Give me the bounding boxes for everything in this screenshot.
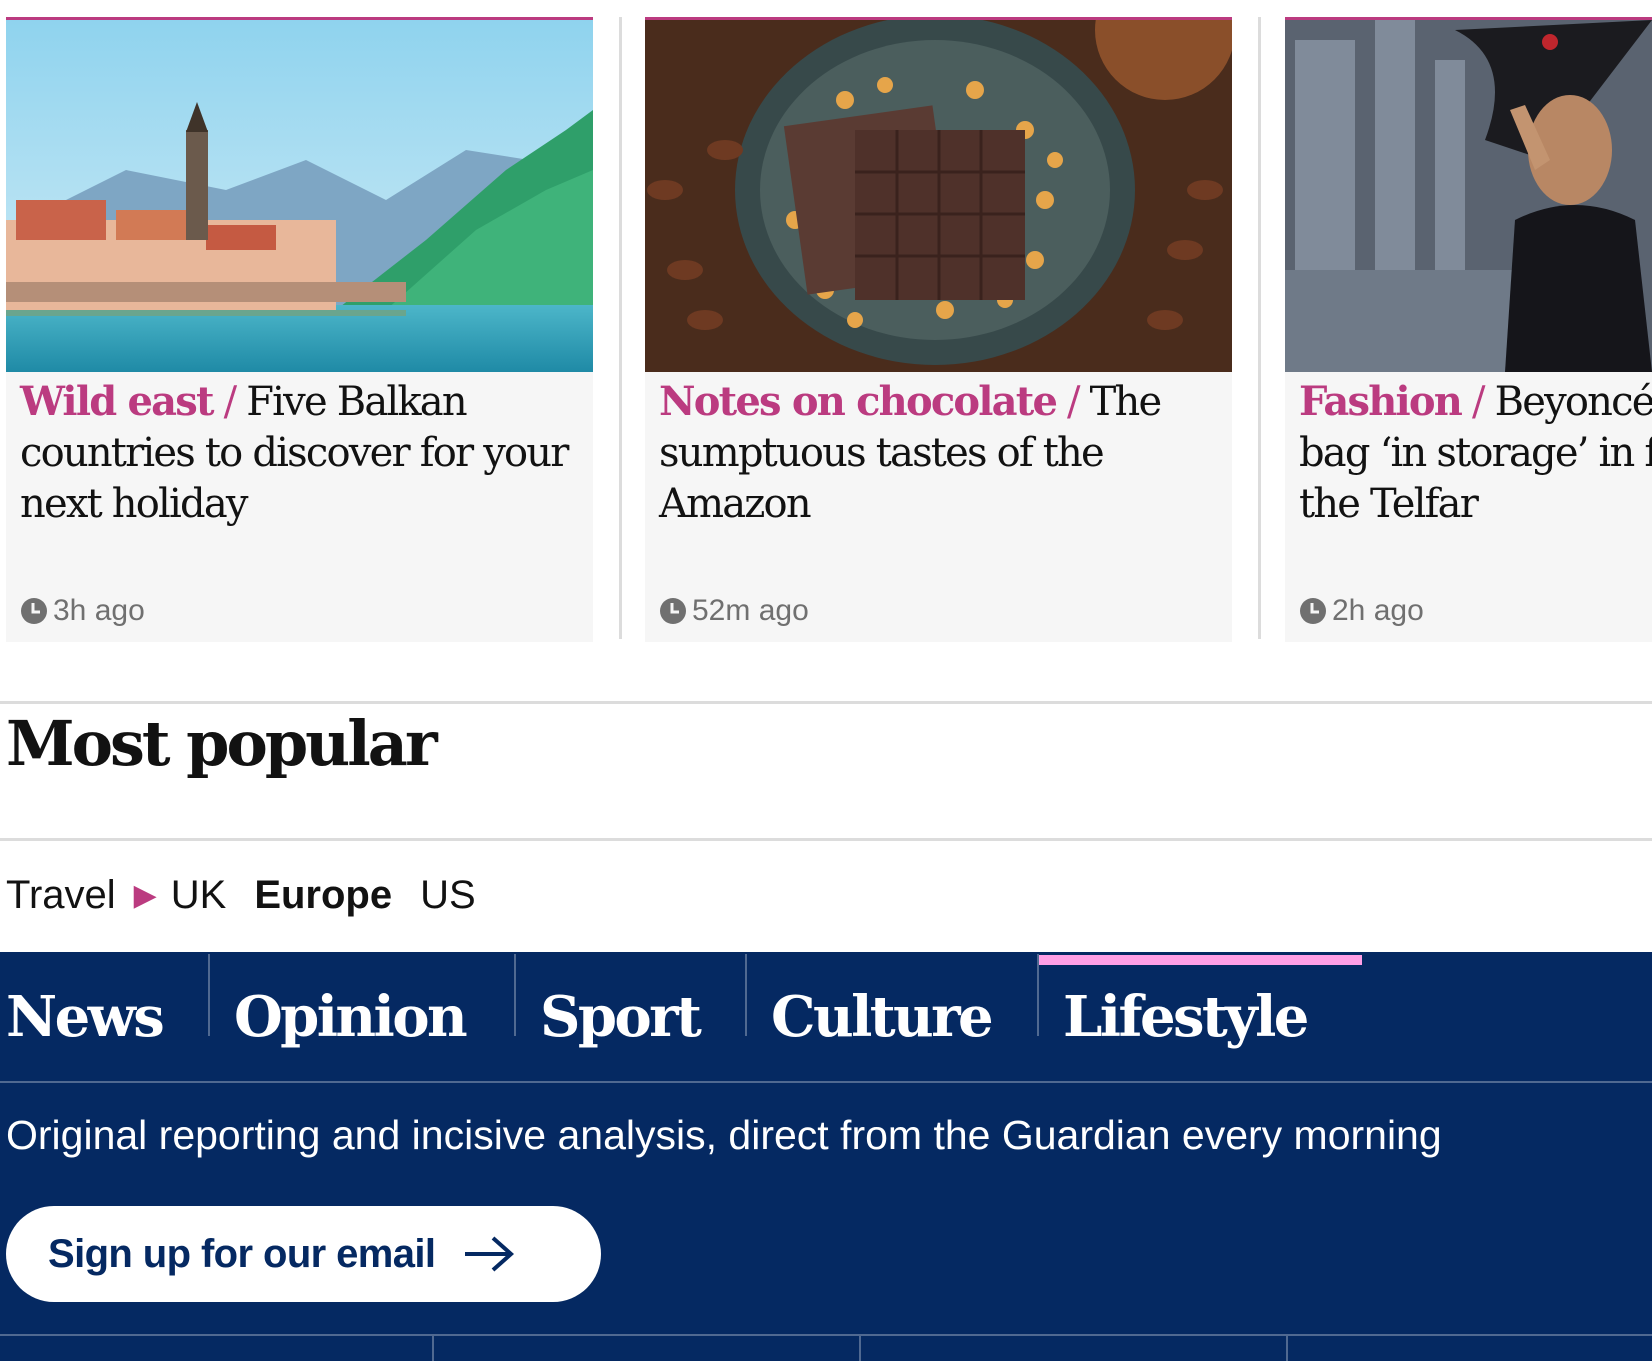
footer-column-divider (859, 1334, 861, 1361)
card-kicker: Notes on chocolate (659, 378, 1058, 425)
footer-divider (0, 1081, 1652, 1083)
kicker-slash: / (1067, 379, 1080, 425)
kicker-slash: / (223, 379, 237, 425)
kicker-slash: / (1472, 379, 1485, 425)
pillar-lifestyle[interactable]: Lifestyle (1057, 952, 1309, 1082)
footer-divider (0, 1334, 1652, 1336)
card-kicker: Wild east (20, 378, 214, 425)
card-headline[interactable]: Fashion / Beyoncé’s Birkin bag ‘in stora… (1299, 376, 1652, 530)
breadcrumb-section[interactable]: Travel (6, 873, 116, 918)
pillar-divider (208, 954, 210, 1036)
balkan-coast-image (6, 20, 593, 372)
most-popular-title: Most popular (6, 707, 438, 780)
newsletter-signup-button[interactable]: Sign up for our email (6, 1206, 601, 1302)
article-card-fashion[interactable]: Fashion / Beyoncé’s Birkin bag ‘in stora… (1285, 17, 1652, 642)
fashion-portrait-image (1285, 20, 1652, 372)
play-icon: ▶ (133, 879, 157, 912)
footer-column-divider (432, 1334, 434, 1361)
section-divider (0, 701, 1652, 704)
article-card-chocolate[interactable]: Notes on chocolate / The sumptuous taste… (645, 17, 1232, 642)
pillar-news[interactable]: News (0, 952, 165, 1082)
card-kicker: Fashion (1299, 378, 1463, 425)
footer-links-row (0, 1334, 1652, 1361)
card-timestamp: 52m ago (659, 594, 809, 628)
card-timestamp: 2h ago (1299, 594, 1424, 628)
card-row: Wild east / Five Balkan countries to dis… (0, 17, 1652, 642)
card-headline[interactable]: Notes on chocolate / The sumptuous taste… (659, 376, 1218, 530)
pillar-culture[interactable]: Culture (765, 952, 994, 1082)
footer-column-divider (1286, 1334, 1288, 1361)
pillar-divider (745, 954, 747, 1036)
card-divider (619, 17, 622, 639)
clock-icon (21, 598, 47, 624)
card-headline[interactable]: Wild east / Five Balkan countries to dis… (20, 376, 579, 530)
edition-link-uk[interactable]: UK (171, 873, 227, 918)
card-age: 3h ago (53, 594, 145, 627)
edition-link-europe[interactable]: Europe (254, 873, 392, 918)
breadcrumb: Travel ▶ UK Europe US (6, 873, 476, 918)
pillar-sport[interactable]: Sport (534, 952, 702, 1082)
card-divider (1258, 17, 1261, 639)
edition-link-us[interactable]: US (420, 873, 476, 918)
pillar-divider (1037, 954, 1039, 1036)
signup-label: Sign up for our email (48, 1231, 436, 1276)
card-timestamp: 3h ago (20, 594, 145, 628)
newsletter-tagline: Original reporting and incisive analysis… (6, 1112, 1442, 1158)
clock-icon (1300, 598, 1326, 624)
chocolate-bar-image (645, 20, 1232, 372)
pillar-divider (514, 954, 516, 1036)
section-divider (0, 838, 1652, 841)
clock-icon (660, 598, 686, 624)
pillar-nav: News Opinion Sport Culture Lifestyle (0, 952, 1652, 1082)
pillar-opinion[interactable]: Opinion (228, 952, 468, 1082)
card-age: 52m ago (692, 594, 809, 627)
article-card-balkans[interactable]: Wild east / Five Balkan countries to dis… (6, 17, 593, 642)
arrow-right-icon (465, 1236, 515, 1272)
card-age: 2h ago (1332, 594, 1424, 627)
